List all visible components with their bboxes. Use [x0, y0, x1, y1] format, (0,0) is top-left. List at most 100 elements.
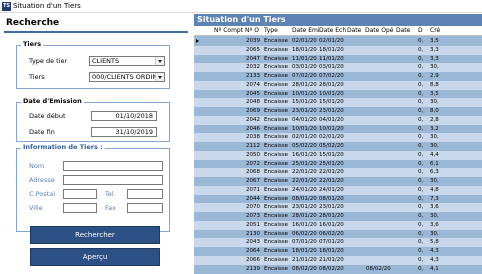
table-cell: 28/01/20	[292, 213, 317, 219]
table-row[interactable]: 2046 Encaisse 10/01/20 10/01/20 0, 3,2	[194, 124, 482, 134]
col-header[interactable]: Nº Compt	[214, 26, 243, 36]
cpostal-field[interactable]	[63, 189, 97, 199]
table-cell: 0,	[418, 221, 424, 228]
table-cell: 08/02/20	[366, 265, 391, 272]
table-cell: 28/01/20	[319, 81, 344, 88]
table-row[interactable]: 2047 Encaisse 11/01/20 11/01/20 0, 3,3	[194, 54, 482, 64]
table-row[interactable]: 2139 Encaisse 08/02/20 08/02/20 08/02/20 0, 4,…	[194, 264, 482, 274]
table-cell: 2072	[246, 160, 260, 167]
table-cell: 08/01/20	[319, 195, 344, 202]
nom-field[interactable]	[63, 161, 163, 171]
table-cell: 4,4	[430, 151, 439, 158]
col-header[interactable]: Date Opé	[365, 26, 393, 36]
rechercher-button[interactable]: Rechercher	[30, 226, 160, 244]
table-cell: 0,	[418, 125, 424, 132]
table-row[interactable]: 2070 Encaisse 23/01/20 23/01/20 0, 3,6	[194, 203, 482, 212]
table-cell: 2038	[246, 134, 260, 141]
table-row[interactable]: 2045 Encaisse 10/01/20 10/01/20 0, 3,5	[194, 89, 482, 99]
tiers-select[interactable]: 000/CLIENTS ORDIN	[89, 72, 165, 82]
table-row[interactable]: 2071 Encaisse 24/01/20 24/01/20 0, 4,8	[194, 185, 482, 195]
table-cell: 21/01/20	[319, 256, 344, 263]
adresse-field[interactable]	[63, 175, 163, 185]
table-row[interactable]: 2044 Encaisse 08/01/20 08/01/20 0, 7,3	[194, 194, 482, 204]
ville-field[interactable]	[63, 203, 97, 213]
table-cell: 0,	[418, 256, 424, 263]
col-header[interactable]: Date Ech	[319, 26, 346, 36]
table-cell: 5,8	[430, 239, 439, 246]
date-debut-input[interactable]: 01/10/2018	[91, 111, 157, 121]
date-debut-label: Date début	[29, 112, 66, 120]
col-header[interactable]: Date	[347, 26, 361, 36]
table-cell: 28/01/20	[319, 213, 344, 219]
table-cell: 2044	[246, 195, 260, 202]
col-header[interactable]: Date	[396, 26, 410, 36]
tel-field[interactable]	[127, 189, 163, 199]
table-cell: 07/02/20	[319, 73, 344, 79]
table-cell: 23/01/20	[292, 108, 317, 114]
table-cell: 3,2	[430, 125, 439, 132]
table-row[interactable]: 2133 Encaisse 07/02/20 07/02/20 0, 2,9	[194, 72, 482, 81]
table-cell: 3,6	[430, 204, 439, 211]
table-row[interactable]: 2067 Encaisse 22/01/20 22/01/20 0, 30,	[194, 177, 482, 186]
table-cell: 15/01/20	[319, 151, 344, 158]
table-row[interactable]: 2042 Encaisse 04/01/20 04/01/20 0, 2,8	[194, 115, 482, 125]
table-cell: 0,	[418, 169, 424, 176]
fax-field[interactable]	[127, 203, 163, 213]
table-row[interactable]: 2069 Encaisse 23/01/20 23/01/20 0, 8,0	[194, 107, 482, 116]
table-cell: Encaisse	[264, 38, 288, 44]
col-header[interactable]: Cré	[430, 26, 440, 36]
ville-label: Ville	[29, 204, 43, 212]
table-cell: 2047	[246, 55, 260, 62]
table-cell: 0,	[418, 213, 424, 219]
apercu-button[interactable]: Aperçu	[30, 248, 160, 266]
tiers-value: 000/CLIENTS ORDIN	[92, 73, 156, 81]
table-cell: 0,	[418, 248, 424, 254]
cpostal-label: C.Postal	[29, 190, 55, 198]
chevron-down-icon[interactable]	[155, 57, 164, 65]
table-row[interactable]: 2043 Encaisse 07/01/20 07/01/20 0, 5,8	[194, 238, 482, 247]
chevron-down-icon[interactable]	[155, 73, 164, 81]
table-cell: 0,	[418, 151, 424, 158]
table-row[interactable]: 2074 Encaisse 28/01/20 28/01/20 0, 8,8	[194, 80, 482, 90]
col-header[interactable]: Type	[264, 26, 278, 36]
table-cell: 08/02/20	[319, 265, 344, 272]
window-title: Situation d'un Tiers	[13, 2, 81, 10]
table-row[interactable]: 2130 Encaisse 06/02/20 06/02/20 0, 30,	[194, 229, 482, 239]
table-row[interactable]: 2064 Encaisse 18/01/20 18/01/20 0, 4,3	[194, 247, 482, 256]
table-row[interactable]: 2068 Encaisse 22/01/20 22/01/20 0, 6,3	[194, 168, 482, 177]
table-row[interactable]: 2072 Encaisse 25/01/20 25/01/20 0, 6,1	[194, 159, 482, 169]
date-fin-value: 31/10/2019	[115, 128, 153, 136]
date-fin-input[interactable]: 31/10/2019	[91, 127, 157, 137]
table-cell: 2139	[246, 265, 260, 272]
table-cell: 4,1	[430, 265, 439, 272]
table-cell: 6,1	[430, 160, 439, 167]
table-row[interactable]: 2112 Encaisse 05/02/20 05/02/20 0, 30,	[194, 142, 482, 151]
table-row[interactable]: 2066 Encaisse 21/01/20 21/01/20 0, 4,3	[194, 255, 482, 265]
adresse-label: Adresse	[29, 176, 55, 184]
table-cell: 0,	[418, 116, 424, 123]
table-row[interactable]: 2051 Encaisse 16/01/20 16/01/20 0, 3,6	[194, 220, 482, 230]
table-cell: Encaisse	[264, 265, 288, 272]
table-row[interactable]: 2032 Encaisse 03/01/20 03/01/20 0, 30,	[194, 63, 482, 72]
table-cell: 0,	[418, 186, 424, 193]
col-header[interactable]: Nº O	[245, 26, 259, 36]
table-cell: 22/01/20	[292, 169, 317, 176]
table-row[interactable]: 2050 Encaisse 16/01/20 15/01/20 0, 4,4	[194, 150, 482, 160]
table-row[interactable]: 2073 Encaisse 28/01/20 28/01/20 0, 30,	[194, 212, 482, 221]
col-header[interactable]: D	[418, 26, 423, 36]
table-cell: Encaisse	[264, 99, 288, 106]
table-row[interactable]: 2039 Encaisse 02/01/20 02/01/20 0, 3,5	[194, 37, 482, 46]
col-header[interactable]: Date Emi	[292, 26, 320, 36]
table-cell: 0,	[418, 99, 424, 106]
table-cell: 30,	[430, 230, 439, 237]
table-cell: 10/01/20	[292, 90, 317, 97]
table-cell: 2067	[246, 178, 260, 184]
table-row[interactable]: 2048 Encaisse 15/01/20 15/01/20 0, 30,	[194, 98, 482, 107]
type-tier-select[interactable]: CLIENTS	[89, 56, 165, 66]
table-cell: Encaisse	[264, 239, 288, 246]
table-row[interactable]: 2038 Encaisse 02/01/20 02/01/20 0, 30,	[194, 133, 482, 142]
table-row[interactable]: 2065 Encaisse 18/01/20 18/01/20 0, 3,3	[194, 45, 482, 55]
table-cell: Encaisse	[264, 108, 288, 114]
type-tier-value: CLIENTS	[92, 57, 120, 65]
table-cell: Encaisse	[264, 178, 288, 184]
